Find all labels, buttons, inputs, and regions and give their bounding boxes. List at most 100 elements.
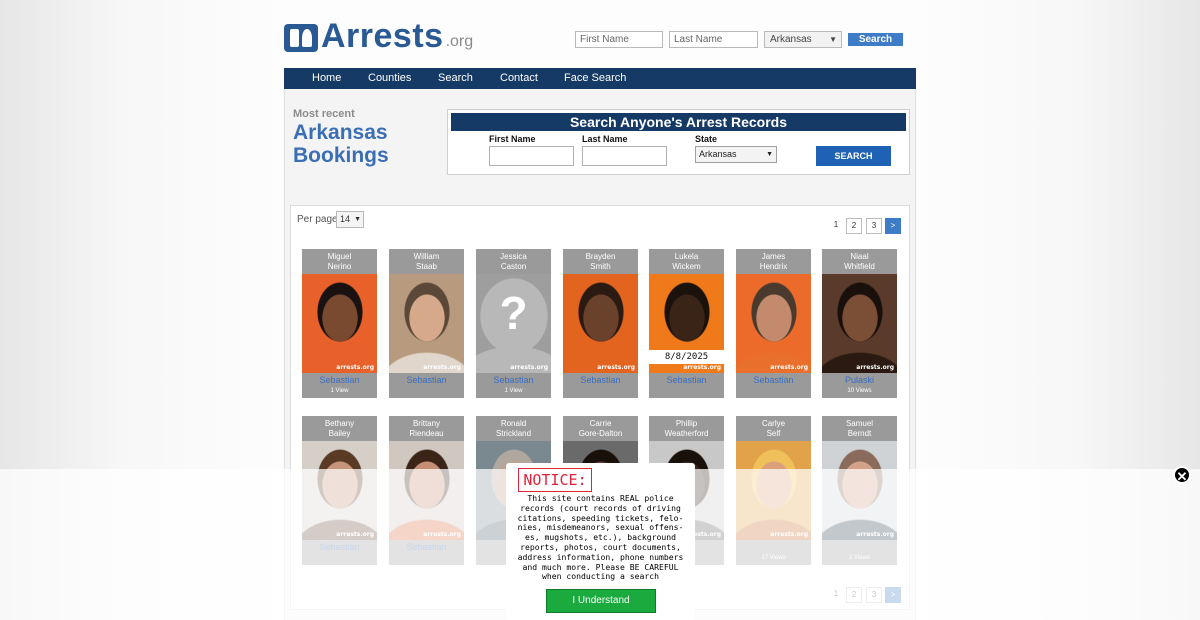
- booking-last-name: Self: [766, 429, 781, 438]
- page-1[interactable]: 1: [828, 218, 844, 234]
- booking-county-link[interactable]: Sebastian: [563, 375, 638, 385]
- header-first-name-input[interactable]: [575, 31, 663, 48]
- nav-contact[interactable]: Contact: [500, 68, 538, 89]
- per-page-select[interactable]: 14 ▼: [336, 211, 364, 228]
- booking-county-link[interactable]: Sebastian: [302, 375, 377, 385]
- understand-button[interactable]: I Understand: [546, 589, 656, 613]
- booking-card[interactable]: Miguel Nerino arrests.org Sebastian 1 View: [302, 249, 377, 398]
- state-select[interactable]: Arkansas ▼: [695, 146, 777, 163]
- booking-name[interactable]: Brayden Smith: [563, 249, 638, 274]
- header-state-select[interactable]: Arkansas ▼: [764, 31, 842, 48]
- booking-first-name: James: [761, 252, 786, 261]
- booking-name[interactable]: Carlye Self: [736, 416, 811, 441]
- watermark: arrests.org: [856, 364, 894, 371]
- page-title-line2: Bookings: [293, 144, 389, 167]
- first-name-label: First Name: [489, 134, 536, 144]
- booking-name[interactable]: Samuel Berndt: [822, 416, 897, 441]
- booking-first-name: Miguel: [327, 252, 352, 261]
- mugshot-photo[interactable]: arrests.org: [736, 274, 811, 373]
- booking-first-name: Phillip: [675, 419, 698, 428]
- booking-name[interactable]: Phillip Weatherford: [649, 416, 724, 441]
- watermark: arrests.org: [336, 364, 374, 371]
- main-nav: Home Counties Search Contact Face Search: [284, 68, 916, 89]
- booking-last-name: Caston: [500, 262, 527, 271]
- close-icon[interactable]: ✕: [1173, 466, 1191, 484]
- logo-badge-icon: [284, 24, 318, 52]
- search-button[interactable]: SEARCH: [816, 146, 891, 166]
- watermark: arrests.org: [770, 364, 808, 371]
- page-2[interactable]: 2: [846, 218, 862, 234]
- chevron-down-icon: ▼: [766, 151, 773, 158]
- booking-card[interactable]: Niaal Whitfield arrests.org Pulaski 10 Views: [822, 249, 897, 398]
- booking-last-name: Staab: [416, 262, 437, 271]
- mugshot-photo[interactable]: ? arrests.org: [476, 274, 551, 373]
- state-select-value: Arkansas: [699, 149, 737, 159]
- question-mark-icon: ?: [499, 287, 528, 339]
- booking-last-name: Bailey: [328, 429, 351, 438]
- booking-name[interactable]: William Staab: [389, 249, 464, 274]
- search-panel-heading: Search Anyone's Arrest Records: [451, 113, 906, 131]
- first-name-input[interactable]: [489, 146, 574, 166]
- booking-name[interactable]: Ronald Strickland: [476, 416, 551, 441]
- booking-card[interactable]: Brayden Smith arrests.org Sebastian: [563, 249, 638, 398]
- booking-name[interactable]: James Hendrix: [736, 249, 811, 274]
- booking-name[interactable]: Lukela Wickem: [649, 249, 724, 274]
- booking-first-name: Ronald: [500, 419, 527, 428]
- page-3[interactable]: 3: [866, 218, 882, 234]
- booking-last-name: Smith: [590, 262, 611, 271]
- mugshot-photo[interactable]: arrests.org: [563, 274, 638, 373]
- header-last-name-input[interactable]: [669, 31, 758, 48]
- watermark: arrests.org: [510, 364, 548, 371]
- booking-first-name: Lukela: [674, 252, 699, 261]
- site-logo[interactable]: Arrests .org: [284, 17, 474, 55]
- watermark: arrests.org: [423, 364, 461, 371]
- booking-last-name: Strickland: [495, 429, 532, 438]
- booking-last-name: Wickem: [672, 262, 701, 271]
- booking-last-name: Berndt: [847, 429, 872, 438]
- booking-card[interactable]: William Staab arrests.org Sebastian: [389, 249, 464, 398]
- notice-line: when conducting a search: [542, 571, 659, 582]
- booking-name[interactable]: Niaal Whitfield: [822, 249, 897, 274]
- booking-last-name: Nerino: [327, 262, 352, 271]
- booking-first-name: Jessica: [500, 252, 527, 261]
- booking-card[interactable]: Lukela Wickem 8/8/2025 arrests.org Sebastian: [649, 249, 724, 398]
- chevron-down-icon: ▼: [354, 216, 361, 223]
- booking-county-link[interactable]: Pulaski: [822, 375, 897, 385]
- mugshot-photo[interactable]: arrests.org: [302, 274, 377, 373]
- booking-name[interactable]: Miguel Nerino: [302, 249, 377, 274]
- watermark: arrests.org: [597, 364, 635, 371]
- nav-search[interactable]: Search: [438, 68, 473, 89]
- booking-card[interactable]: Jessica Caston? arrests.org Sebastian 1 View: [476, 249, 551, 398]
- booking-county-link[interactable]: Sebastian: [476, 375, 551, 385]
- booking-first-name: Carrie: [589, 419, 612, 428]
- header-search-button[interactable]: Search: [848, 33, 903, 46]
- page-title: Arkansas Bookings: [293, 121, 389, 167]
- mugshot-photo[interactable]: 8/8/2025 arrests.org: [649, 274, 724, 373]
- watermark: arrests.org: [683, 364, 721, 371]
- mugshot-photo[interactable]: arrests.org: [389, 274, 464, 373]
- booking-county-link[interactable]: Sebastian: [736, 375, 811, 385]
- logo-text: Arrests: [321, 17, 444, 55]
- nav-home[interactable]: Home: [312, 68, 341, 89]
- nav-counties[interactable]: Counties: [368, 68, 411, 89]
- booking-first-name: Brayden: [585, 252, 616, 261]
- booking-first-name: Niaal: [850, 252, 869, 261]
- booking-last-name: Riendeau: [409, 429, 444, 438]
- booking-card[interactable]: James Hendrix arrests.org Sebastian: [736, 249, 811, 398]
- booking-county-link[interactable]: Sebastian: [649, 375, 724, 385]
- booking-county-link[interactable]: Sebastian: [389, 375, 464, 385]
- booking-first-name: Carlye: [761, 419, 786, 428]
- logo-ext: .org: [445, 33, 474, 50]
- booking-name[interactable]: Bethany Bailey: [302, 416, 377, 441]
- mugshot-photo[interactable]: arrests.org: [822, 274, 897, 373]
- booking-last-name: Weatherford: [664, 429, 709, 438]
- chevron-down-icon: ▼: [829, 35, 837, 44]
- booking-name[interactable]: Carrie Gore-Dalton: [563, 416, 638, 441]
- booking-name[interactable]: Jessica Caston: [476, 249, 551, 274]
- state-label: State: [695, 134, 718, 144]
- nav-face-search[interactable]: Face Search: [564, 68, 626, 89]
- last-name-input[interactable]: [582, 146, 667, 166]
- booking-name[interactable]: Brittany Riendeau: [389, 416, 464, 441]
- page-next[interactable]: >: [885, 218, 901, 234]
- recent-label: Most recent: [293, 108, 355, 120]
